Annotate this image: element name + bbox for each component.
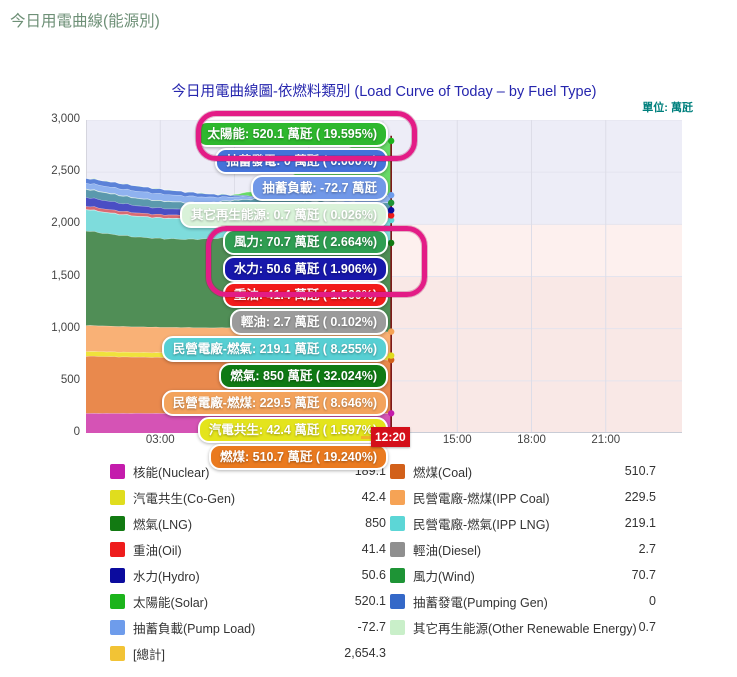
- legend-label: 燃氣(LNG): [133, 514, 365, 533]
- legend-value: 50.6: [362, 568, 386, 582]
- y-tick-label: 500: [0, 374, 80, 386]
- page-title: 今日用電曲線(能源別): [10, 9, 160, 31]
- legend-row: 其它再生能源(Other Renewable Energy)0.7: [390, 614, 656, 640]
- legend-value: 510.7: [625, 464, 656, 478]
- legend-row: 抽蓄負載(Pump Load)-72.7: [110, 614, 386, 640]
- legend-column-right: 燃煤(Coal)510.7民營電廠-燃煤(IPP Coal)229.5民營電廠-…: [390, 458, 656, 640]
- legend-row: 水力(Hydro)50.6: [110, 562, 386, 588]
- legend-label: 民營電廠-燃煤(IPP Coal): [413, 488, 625, 507]
- legend-swatch: [390, 516, 405, 531]
- y-tick-label: 1,500: [0, 270, 80, 282]
- legend-swatch: [110, 542, 125, 557]
- legend-swatch: [390, 464, 405, 479]
- legend-value: 229.5: [625, 490, 656, 504]
- legend-label: 重油(Oil): [133, 540, 362, 559]
- legend-label: 汽電共生(Co-Gen): [133, 488, 362, 507]
- legend-label: 水力(Hydro): [133, 566, 362, 585]
- y-tick-label: 2,000: [0, 217, 80, 229]
- legend-swatch: [390, 568, 405, 583]
- legend-row: 燃煤(Coal)510.7: [390, 458, 656, 484]
- legend-value: 42.4: [362, 490, 386, 504]
- legend-row: 抽蓄發電(Pumping Gen)0: [390, 588, 656, 614]
- legend-value: 520.1: [355, 594, 386, 608]
- legend-value: -72.7: [358, 620, 387, 634]
- legend-swatch: [110, 620, 125, 635]
- legend-value: 0: [649, 594, 656, 608]
- legend-row: 民營電廠-燃氣(IPP LNG)219.1: [390, 510, 656, 536]
- legend-label: 民營電廠-燃氣(IPP LNG): [413, 514, 625, 533]
- current-time-badge: 12:20: [371, 427, 410, 447]
- series-tooltip: 輕油: 2.7 萬瓩 ( 0.102%): [230, 309, 388, 335]
- legend-value: 0.7: [639, 620, 656, 634]
- legend-value: 219.1: [625, 516, 656, 530]
- legend-value: 2.7: [639, 542, 656, 556]
- y-tick-label: 2,500: [0, 165, 80, 177]
- legend-value: 70.7: [632, 568, 656, 582]
- legend-row: 輕油(Diesel)2.7: [390, 536, 656, 562]
- legend-swatch: [110, 464, 125, 479]
- legend-label: 抽蓄發電(Pumping Gen): [413, 592, 649, 611]
- legend-swatch: [390, 542, 405, 557]
- series-tooltip: 民營電廠-燃氣: 219.1 萬瓩 ( 8.255%): [162, 336, 388, 362]
- legend-row: 汽電共生(Co-Gen)42.4: [110, 484, 386, 510]
- legend-row: 重油(Oil)41.4: [110, 536, 386, 562]
- legend-swatch: [110, 490, 125, 505]
- legend-label: 太陽能(Solar): [133, 592, 355, 611]
- legend-label: [總計]: [133, 644, 344, 663]
- legend-value: 2,654.3: [344, 646, 386, 660]
- legend-label: 抽蓄負載(Pump Load): [133, 618, 358, 637]
- y-tick-label: 1,000: [0, 322, 80, 334]
- x-tick-label: 18:00: [517, 434, 546, 446]
- legend-label: 燃煤(Coal): [413, 462, 625, 481]
- series-tooltip: 民營電廠-燃煤: 229.5 萬瓩 ( 8.646%): [162, 390, 388, 416]
- legend-row: 太陽能(Solar)520.1: [110, 588, 386, 614]
- legend-swatch: [390, 620, 405, 635]
- x-tick-label: 21:00: [591, 434, 620, 446]
- y-tick-label: 0: [0, 426, 80, 438]
- legend-swatch: [110, 594, 125, 609]
- legend-column-left: 核能(Nuclear)189.1汽電共生(Co-Gen)42.4燃氣(LNG)8…: [110, 458, 386, 666]
- x-tick-label: 03:00: [146, 434, 175, 446]
- highlight-annotation-solar: [196, 111, 417, 161]
- legend-label: 輕油(Diesel): [413, 540, 639, 559]
- unit-label: 單位: 萬瓩: [642, 99, 693, 115]
- series-tooltip: 其它再生能源: 0.7 萬瓩 ( 0.026%): [180, 202, 388, 228]
- series-tooltip: 汽電共生: 42.4 萬瓩 ( 1.597%): [198, 417, 388, 443]
- legend-swatch: [110, 568, 125, 583]
- legend-value: 41.4: [362, 542, 386, 556]
- legend-label: 其它再生能源(Other Renewable Energy): [413, 618, 639, 637]
- series-tooltip: 燃煤: 510.7 萬瓩 ( 19.240%): [209, 444, 388, 470]
- series-tooltip: 燃氣: 850 萬瓩 ( 32.024%): [219, 363, 388, 389]
- y-tick-label: 3,000: [0, 113, 80, 125]
- legend-label: 風力(Wind): [413, 566, 632, 585]
- highlight-annotation-wind-hydro: [206, 226, 427, 297]
- load-curve-page: 今日用電曲線(能源別) 今日用電曲線圖-依燃料類別 (Load Curve of…: [0, 0, 737, 677]
- legend-value: 850: [365, 516, 386, 530]
- legend-swatch: [110, 646, 125, 661]
- chart-title: 今日用電曲線圖-依燃料類別 (Load Curve of Today – by …: [86, 80, 682, 101]
- legend-row: 民營電廠-燃煤(IPP Coal)229.5: [390, 484, 656, 510]
- x-tick-label: 15:00: [443, 434, 472, 446]
- legend-swatch: [390, 490, 405, 505]
- legend-swatch: [110, 516, 125, 531]
- legend-swatch: [390, 594, 405, 609]
- legend-row: [總計]2,654.3: [110, 640, 386, 666]
- legend-row: 燃氣(LNG)850: [110, 510, 386, 536]
- legend-row: 風力(Wind)70.7: [390, 562, 656, 588]
- series-tooltip: 抽蓄負載: -72.7 萬瓩: [251, 175, 388, 201]
